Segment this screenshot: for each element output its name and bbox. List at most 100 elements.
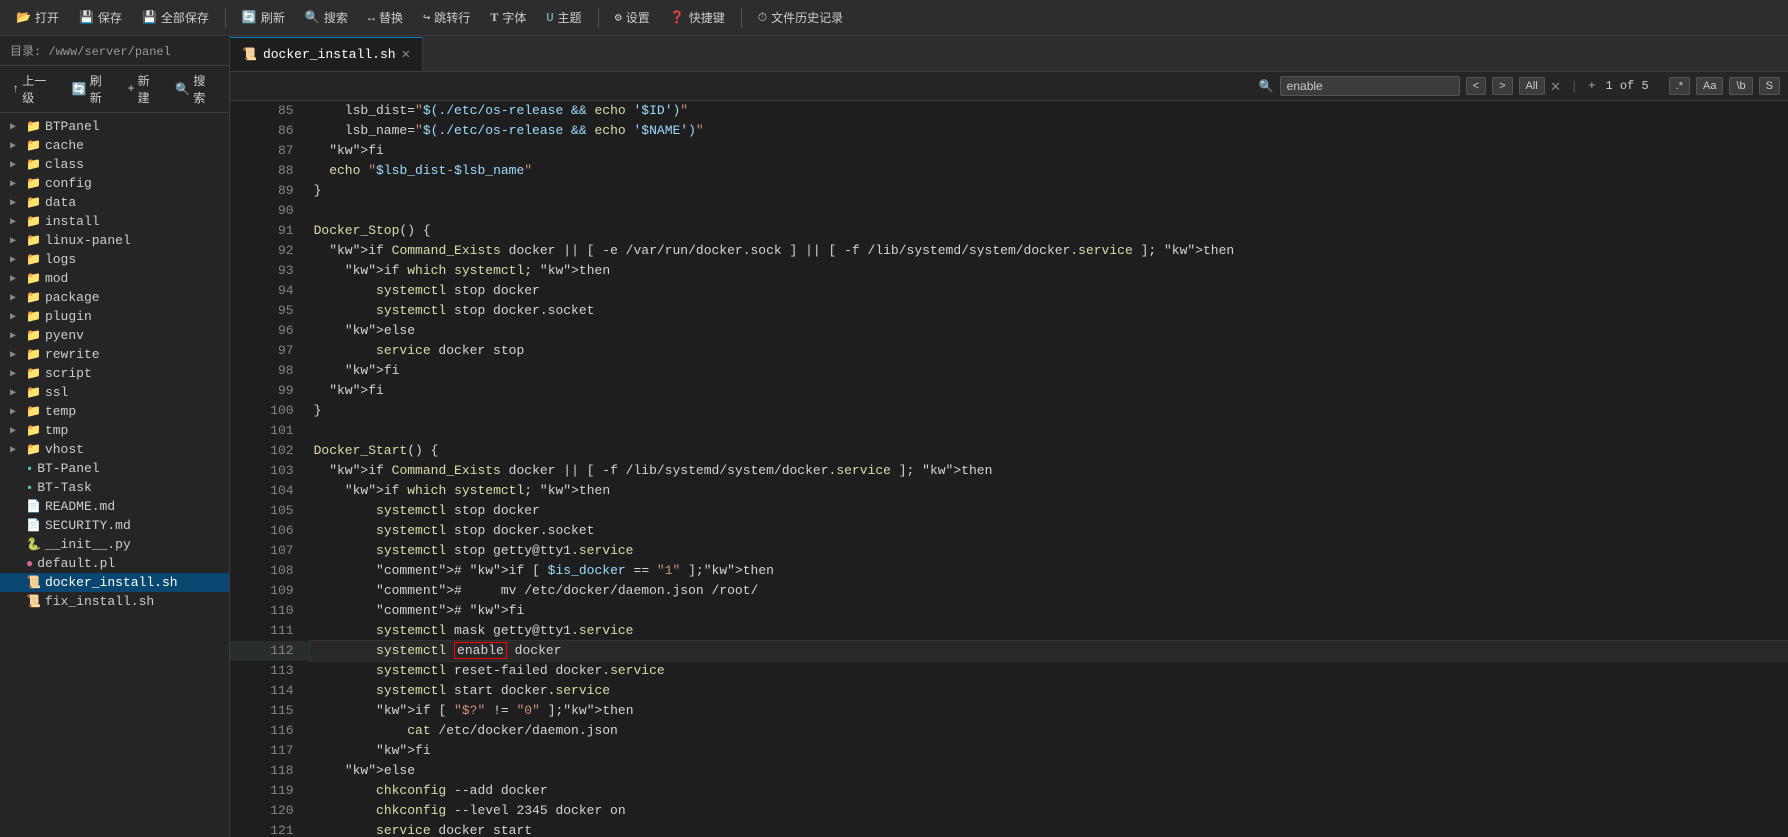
sidebar-item-vhost[interactable]: ▶ 📁 vhost — [0, 440, 229, 459]
sidebar-item-temp[interactable]: ▶ 📁 temp — [0, 402, 229, 421]
sidebar-item-plugin[interactable]: ▶ 📁 plugin — [0, 307, 229, 326]
sidebar-search-button[interactable]: 🔍 搜索 — [169, 70, 223, 108]
line-number: 104 — [230, 481, 310, 501]
line-content: "kw">fi — [310, 361, 1788, 381]
chevron-right-icon: ▶ — [10, 368, 22, 380]
sidebar-item-BTPanel[interactable]: ▶ 📁 BTPanel — [0, 117, 229, 136]
chevron-right-icon: ▶ — [10, 444, 22, 456]
save-button[interactable]: 💾 保存 — [71, 6, 130, 29]
table-row: 114 systemctl start docker.service — [230, 681, 1788, 701]
breadcrumb: 目录: /www/server/panel — [0, 36, 229, 66]
sidebar-item-fix-install-sh[interactable]: 📜 fix_install.sh — [0, 592, 229, 611]
editor-area: 📜 docker_install.sh ✕ 🔍 < > All ✕ | + 1 … — [230, 36, 1788, 837]
sidebar-item-linux-panel[interactable]: ▶ 📁 linux-panel — [0, 231, 229, 250]
sidebar-item-ssl[interactable]: ▶ 📁 ssl — [0, 383, 229, 402]
history-button[interactable]: ⏱ 文件历史记录 — [750, 6, 851, 29]
line-content: systemctl start docker.service — [310, 681, 1788, 701]
find-regex-button[interactable]: .* — [1669, 77, 1690, 95]
find-all-button[interactable]: All — [1519, 77, 1545, 95]
file-icon: 📄 — [26, 499, 41, 514]
table-row: 106 systemctl stop docker.socket — [230, 521, 1788, 541]
sidebar-item-class[interactable]: ▶ 📁 class — [0, 155, 229, 174]
chevron-right-icon: ▶ — [10, 292, 22, 304]
sidebar-refresh-button[interactable]: 🔄 刷新 — [66, 70, 120, 108]
find-input[interactable] — [1280, 76, 1460, 96]
chevron-right-icon: ▶ — [10, 387, 22, 399]
sidebar-item-data[interactable]: ▶ 📁 data — [0, 193, 229, 212]
table-row: 102Docker_Start() { — [230, 441, 1788, 461]
up-button[interactable]: ↑ 上一级 — [6, 70, 64, 108]
table-row: 113 systemctl reset-failed docker.servic… — [230, 661, 1788, 681]
line-number: 110 — [230, 601, 310, 621]
sidebar-item-package[interactable]: ▶ 📁 package — [0, 288, 229, 307]
line-content: "kw">else — [310, 321, 1788, 341]
open-button[interactable]: 📂 打开 — [8, 6, 67, 29]
sidebar-item-config[interactable]: ▶ 📁 config — [0, 174, 229, 193]
tab-docker-install[interactable]: 📜 docker_install.sh ✕ — [230, 37, 423, 71]
line-content: service docker start — [310, 821, 1788, 837]
find-prev-button[interactable]: < — [1466, 77, 1486, 95]
replace-button[interactable]: ↔ 替换 — [360, 6, 411, 29]
line-number: 101 — [230, 421, 310, 441]
line-number: 87 — [230, 141, 310, 161]
new-file-button[interactable]: + 新建 — [121, 70, 167, 108]
line-number: 118 — [230, 761, 310, 781]
sidebar-item-mod[interactable]: ▶ 📁 mod — [0, 269, 229, 288]
find-close-button[interactable]: ✕ — [1551, 76, 1561, 96]
sidebar-actions: ↑ 上一级 🔄 刷新 + 新建 🔍 搜索 — [0, 66, 229, 113]
file-icon: 📜 — [26, 575, 41, 590]
sidebar-item-SECURITY[interactable]: 📄 SECURITY.md — [0, 516, 229, 535]
sidebar-item-rewrite[interactable]: ▶ 📁 rewrite — [0, 345, 229, 364]
tab-file-icon: 📜 — [242, 47, 257, 62]
sidebar-item-BT-Panel[interactable]: ▪ BT-Panel — [0, 459, 229, 478]
find-match-active: enable — [454, 642, 507, 659]
line-content: "kw">if Command_Exists docker || [ -e /v… — [310, 241, 1788, 261]
sidebar-refresh-icon: 🔄 — [72, 82, 87, 97]
sidebar-item-install[interactable]: ▶ 📁 install — [0, 212, 229, 231]
line-number: 88 — [230, 161, 310, 181]
chevron-right-icon: ▶ — [10, 273, 22, 285]
table-row: 101 — [230, 421, 1788, 441]
tab-close-button[interactable]: ✕ — [402, 46, 410, 63]
code-editor[interactable]: 85 lsb_dist="$(./etc/os-release && echo … — [230, 101, 1788, 837]
theme-button[interactable]: U 主题 — [538, 6, 589, 29]
find-word-button[interactable]: \b — [1729, 77, 1752, 95]
line-number: 117 — [230, 741, 310, 761]
line-number: 96 — [230, 321, 310, 341]
sidebar-item-pyenv[interactable]: ▶ 📁 pyenv — [0, 326, 229, 345]
sidebar-item-logs[interactable]: ▶ 📁 logs — [0, 250, 229, 269]
shortcuts-button[interactable]: ❓ 快捷键 — [662, 6, 733, 29]
font-button[interactable]: T 字体 — [482, 6, 534, 29]
line-content: } — [310, 181, 1788, 201]
sep1 — [225, 8, 226, 28]
sidebar-item-init-py[interactable]: 🐍 __init__.py — [0, 535, 229, 554]
sep2 — [598, 8, 599, 28]
line-content: chkconfig --level 2345 docker on — [310, 801, 1788, 821]
line-number: 106 — [230, 521, 310, 541]
sidebar-item-tmp[interactable]: ▶ 📁 tmp — [0, 421, 229, 440]
find-icon: 🔍 — [1259, 79, 1274, 94]
find-case-button[interactable]: Aa — [1696, 77, 1723, 95]
line-content: systemctl mask getty@tty1.service — [310, 621, 1788, 641]
sidebar-item-cache[interactable]: ▶ 📁 cache — [0, 136, 229, 155]
line-number: 112 — [230, 641, 310, 661]
search-button[interactable]: 🔍 搜索 — [297, 6, 356, 29]
sidebar-item-default-pl[interactable]: ● default.pl — [0, 554, 229, 573]
refresh-button[interactable]: 🔄 刷新 — [234, 6, 293, 29]
folder-icon: 📁 — [26, 309, 41, 324]
folder-icon: 📁 — [26, 119, 41, 134]
sidebar-item-script[interactable]: ▶ 📁 script — [0, 364, 229, 383]
line-content: Docker_Stop() { — [310, 221, 1788, 241]
sidebar-item-README[interactable]: 📄 README.md — [0, 497, 229, 516]
find-next-button[interactable]: > — [1492, 77, 1512, 95]
line-number: 94 — [230, 281, 310, 301]
save-all-button[interactable]: 💾 全部保存 — [134, 6, 217, 29]
settings-button[interactable]: ⚙ 设置 — [607, 6, 658, 29]
table-row: 93 "kw">if which systemctl; "kw">then — [230, 261, 1788, 281]
line-content — [310, 421, 1788, 441]
sidebar-item-docker-install-sh[interactable]: 📜 docker_install.sh — [0, 573, 229, 592]
sidebar-item-BT-Task[interactable]: ▪ BT-Task — [0, 478, 229, 497]
folder-icon: 📁 — [26, 290, 41, 305]
goto-button[interactable]: ↪ 跳转行 — [415, 6, 478, 29]
find-s-button[interactable]: S — [1759, 77, 1780, 95]
